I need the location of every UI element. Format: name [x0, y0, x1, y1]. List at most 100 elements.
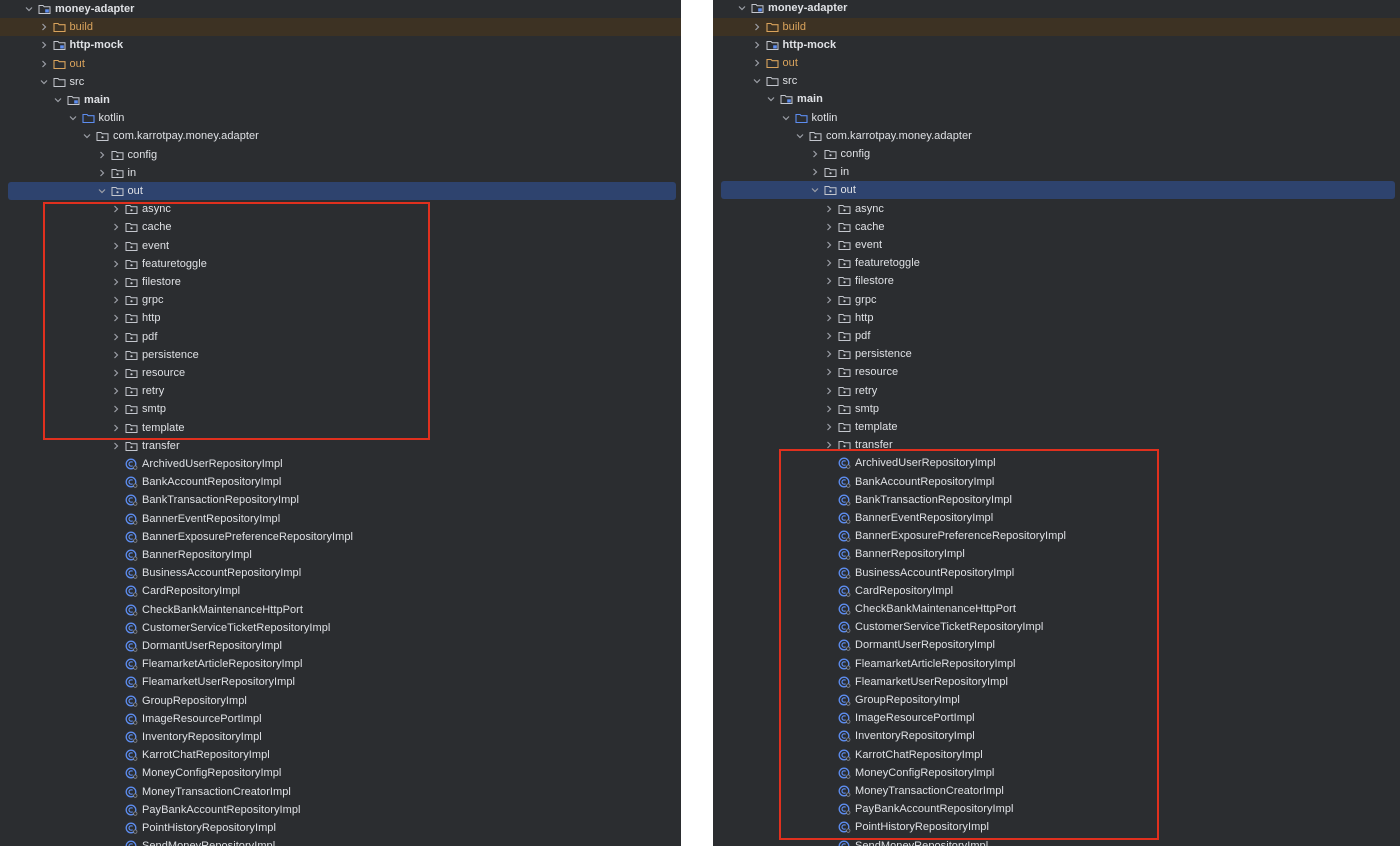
chevron-right-icon[interactable]	[110, 331, 122, 343]
chevron-right-icon[interactable]	[751, 57, 763, 69]
chevron-down-icon[interactable]	[23, 3, 35, 15]
tree-row-paybankaccountrepositoryimpl[interactable]: PayBankAccountRepositoryImpl	[0, 801, 681, 819]
tree-row-featuretoggle[interactable]: featuretoggle	[713, 254, 1400, 272]
tree-row-filestore[interactable]: filestore	[0, 273, 681, 291]
chevron-right-icon[interactable]	[110, 258, 122, 270]
chevron-right-icon[interactable]	[823, 294, 835, 306]
tree-row-fleamarketuserrepositoryimpl[interactable]: FleamarketUserRepositoryImpl	[0, 673, 681, 691]
tree-row-businessaccountrepositoryimpl[interactable]: BusinessAccountRepositoryImpl	[0, 564, 681, 582]
chevron-right-icon[interactable]	[38, 21, 50, 33]
tree-row-checkbankmaintenancehttpport[interactable]: CheckBankMaintenanceHttpPort	[0, 601, 681, 619]
tree-row-money-adapter[interactable]: money-adapter	[0, 0, 681, 18]
tree-row-http-mock[interactable]: http-mock	[713, 36, 1400, 54]
chevron-right-icon[interactable]	[110, 203, 122, 215]
tree-row-paybankaccountrepositoryimpl[interactable]: PayBankAccountRepositoryImpl	[713, 800, 1400, 818]
chevron-down-icon[interactable]	[751, 75, 763, 87]
tree-row-banktransactionrepositoryimpl[interactable]: BankTransactionRepositoryImpl	[713, 491, 1400, 509]
tree-row-kotlin[interactable]: kotlin	[0, 109, 681, 127]
tree-row-in[interactable]: in	[0, 164, 681, 182]
chevron-right-icon[interactable]	[38, 39, 50, 51]
chevron-right-icon[interactable]	[110, 240, 122, 252]
chevron-right-icon[interactable]	[110, 349, 122, 361]
tree-row-persistence[interactable]: persistence	[713, 345, 1400, 363]
tree-row-pdf[interactable]: pdf	[0, 328, 681, 346]
tree-row-inventoryrepositoryimpl[interactable]: InventoryRepositoryImpl	[713, 727, 1400, 745]
tree-row-moneyconfigrepositoryimpl[interactable]: MoneyConfigRepositoryImpl	[713, 764, 1400, 782]
tree-row-businessaccountrepositoryimpl[interactable]: BusinessAccountRepositoryImpl	[713, 564, 1400, 582]
tree-row-cache[interactable]: cache	[0, 218, 681, 236]
chevron-right-icon[interactable]	[823, 330, 835, 342]
tree-row-template[interactable]: template	[713, 418, 1400, 436]
chevron-right-icon[interactable]	[823, 221, 835, 233]
tree-row-cardrepositoryimpl[interactable]: CardRepositoryImpl	[0, 582, 681, 600]
chevron-down-icon[interactable]	[96, 185, 108, 197]
tree-row-main[interactable]: main	[713, 90, 1400, 108]
chevron-right-icon[interactable]	[38, 58, 50, 70]
chevron-right-icon[interactable]	[110, 276, 122, 288]
tree-row-config[interactable]: config	[0, 146, 681, 164]
chevron-right-icon[interactable]	[110, 422, 122, 434]
tree-row-http[interactable]: http	[0, 309, 681, 327]
tree-row-kotlin[interactable]: kotlin	[713, 109, 1400, 127]
chevron-down-icon[interactable]	[794, 130, 806, 142]
tree-row-customerserviceticketrepositoryimpl[interactable]: CustomerServiceTicketRepositoryImpl	[713, 618, 1400, 636]
tree-row-build[interactable]: build	[713, 17, 1400, 36]
chevron-right-icon[interactable]	[823, 421, 835, 433]
chevron-right-icon[interactable]	[809, 148, 821, 160]
chevron-right-icon[interactable]	[823, 385, 835, 397]
tree-row-pdf[interactable]: pdf	[713, 327, 1400, 345]
tree-row-resource[interactable]: resource	[713, 363, 1400, 381]
tree-row-out[interactable]: out	[713, 54, 1400, 72]
tree-row-pointhistoryrepositoryimpl[interactable]: PointHistoryRepositoryImpl	[0, 819, 681, 837]
tree-row-persistence[interactable]: persistence	[0, 346, 681, 364]
tree-row-grouprepositoryimpl[interactable]: GroupRepositoryImpl	[713, 691, 1400, 709]
tree-row-archiveduserrepositoryimpl[interactable]: ArchivedUserRepositoryImpl	[713, 454, 1400, 472]
tree-row-com-karrotpay-money-adapter[interactable]: com.karrotpay.money.adapter	[0, 127, 681, 145]
tree-row-build[interactable]: build	[0, 18, 681, 37]
tree-row-out[interactable]: out	[0, 182, 681, 201]
chevron-right-icon[interactable]	[823, 439, 835, 451]
tree-row-http-mock[interactable]: http-mock	[0, 36, 681, 54]
chevron-down-icon[interactable]	[67, 112, 79, 124]
tree-row-bannerrepositoryimpl[interactable]: BannerRepositoryImpl	[0, 546, 681, 564]
tree-row-bannerexposurepreferencerepositoryimpl[interactable]: BannerExposurePreferenceRepositoryImpl	[713, 527, 1400, 545]
tree-row-karrotchatrepositoryimpl[interactable]: KarrotChatRepositoryImpl	[713, 746, 1400, 764]
chevron-right-icon[interactable]	[110, 440, 122, 452]
tree-row-cache[interactable]: cache	[713, 218, 1400, 236]
chevron-right-icon[interactable]	[110, 403, 122, 415]
chevron-right-icon[interactable]	[110, 367, 122, 379]
tree-row-money-adapter[interactable]: money-adapter	[713, 0, 1400, 18]
tree-row-moneytransactioncreatorimpl[interactable]: MoneyTransactionCreatorImpl	[713, 782, 1400, 800]
tree-row-event[interactable]: event	[0, 237, 681, 255]
chevron-down-icon[interactable]	[780, 112, 792, 124]
chevron-right-icon[interactable]	[96, 149, 108, 161]
tree-row-bannerrepositoryimpl[interactable]: BannerRepositoryImpl	[713, 545, 1400, 563]
tree-row-customerserviceticketrepositoryimpl[interactable]: CustomerServiceTicketRepositoryImpl	[0, 619, 681, 637]
tree-row-grouprepositoryimpl[interactable]: GroupRepositoryImpl	[0, 692, 681, 710]
tree-row-smtp[interactable]: smtp	[713, 400, 1400, 418]
tree-row-http[interactable]: http	[713, 309, 1400, 327]
tree-row-out[interactable]: out	[0, 55, 681, 73]
chevron-right-icon[interactable]	[823, 312, 835, 324]
tree-row-async[interactable]: async	[713, 200, 1400, 218]
tree-row-async[interactable]: async	[0, 200, 681, 218]
tree-row-resource[interactable]: resource	[0, 364, 681, 382]
chevron-down-icon[interactable]	[81, 130, 93, 142]
chevron-right-icon[interactable]	[110, 294, 122, 306]
tree-row-imageresourceportimpl[interactable]: ImageResourcePortImpl	[713, 709, 1400, 727]
tree-row-sendmoneyrepositoryimpl[interactable]: SendMoneyRepositoryImpl	[0, 837, 681, 846]
chevron-right-icon[interactable]	[110, 385, 122, 397]
tree-row-sendmoneyrepositoryimpl[interactable]: SendMoneyRepositoryImpl	[713, 837, 1400, 846]
tree-row-config[interactable]: config	[713, 145, 1400, 163]
tree-row-filestore[interactable]: filestore	[713, 272, 1400, 290]
chevron-right-icon[interactable]	[823, 257, 835, 269]
chevron-right-icon[interactable]	[110, 221, 122, 233]
tree-row-in[interactable]: in	[713, 163, 1400, 181]
chevron-right-icon[interactable]	[809, 166, 821, 178]
tree-row-grpc[interactable]: grpc	[0, 291, 681, 309]
tree-row-dormantuserrepositoryimpl[interactable]: DormantUserRepositoryImpl	[713, 636, 1400, 654]
chevron-right-icon[interactable]	[110, 312, 122, 324]
tree-row-featuretoggle[interactable]: featuretoggle	[0, 255, 681, 273]
chevron-down-icon[interactable]	[809, 184, 821, 196]
tree-row-dormantuserrepositoryimpl[interactable]: DormantUserRepositoryImpl	[0, 637, 681, 655]
